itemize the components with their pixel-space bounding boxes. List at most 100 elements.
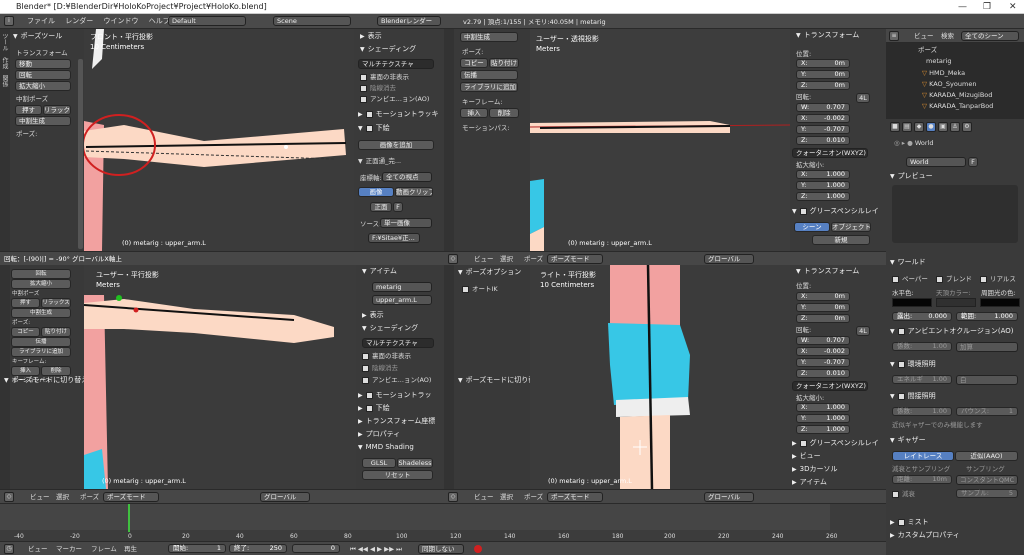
world-name-field[interactable]: World — [906, 157, 966, 167]
ao-header[interactable]: ▼ アンビエントオクルージョン(AO) — [890, 326, 1014, 337]
scale-button[interactable]: 拡大縮小 — [15, 81, 71, 91]
bl-mmd-header[interactable]: ▼ MMD Shading — [358, 442, 414, 453]
raytrace-button[interactable]: レイトレース — [892, 451, 954, 461]
start-frame-field[interactable]: 開始: 1 — [168, 544, 226, 553]
br-3d-cursor-header[interactable]: ▶ 3Dカーソル — [792, 464, 837, 475]
auto-ik-toggle[interactable]: オートIK — [462, 285, 498, 293]
tr-rot-x[interactable]: X: -0.002 — [796, 114, 850, 123]
range-field[interactable]: 範囲: 1.000 — [956, 312, 1018, 321]
bl-relax-button[interactable]: リラックス — [41, 298, 71, 308]
timeline-track[interactable] — [0, 504, 830, 530]
zenith-color-swatch[interactable] — [936, 298, 976, 307]
tr-rot-y[interactable]: Y: -0.707 — [796, 125, 850, 134]
bl-item-header[interactable]: ▼ アイテム — [362, 266, 397, 277]
current-frame-marker[interactable] — [128, 504, 130, 532]
bl-shading-header[interactable]: ▼ シェーディング — [362, 323, 418, 334]
br-loc-x[interactable]: X: 0m — [796, 292, 850, 301]
glsl-button[interactable]: GLSL — [362, 458, 396, 468]
insert-keyframe-button[interactable]: 挿入 — [460, 108, 488, 118]
info-editor-icon[interactable]: i — [4, 16, 14, 26]
axis-select[interactable]: 全ての視点 — [382, 172, 432, 182]
tr-scale-x[interactable]: X: 1.000 — [796, 170, 850, 179]
constraints-tab-icon[interactable]: ⚓ — [950, 122, 960, 132]
br-loc-y[interactable]: Y: 0m — [796, 303, 850, 312]
bl-backface-toggle[interactable]: 裏面の非表示 — [362, 352, 411, 360]
distance-field[interactable]: 距離: 10m — [892, 475, 952, 484]
move-button[interactable]: 移動 — [15, 59, 71, 69]
ao-factor-field[interactable]: 係数: 1.00 — [892, 342, 952, 351]
viewport-top-left[interactable]: フロント・平行投影 10 Centimeters (0) metarig : u… — [84, 29, 354, 251]
preview-header[interactable]: ▼ プレビュー — [890, 171, 933, 182]
tr-orientation-select[interactable]: グローバル — [704, 254, 754, 264]
tr-mode-select[interactable]: ポーズモード — [547, 254, 603, 264]
layout-selector[interactable]: Default — [168, 16, 246, 26]
br-scale-x[interactable]: X: 1.000 — [796, 403, 850, 412]
br-rot-y[interactable]: Y: -0.707 — [796, 358, 850, 367]
menu-file[interactable]: ファイル — [27, 14, 55, 28]
env-color-select[interactable]: 白 — [956, 375, 1018, 385]
outliner-editor-icon[interactable]: ≡ — [889, 31, 899, 41]
scene-tab-icon[interactable]: ◆ — [914, 122, 924, 132]
copy-pose-button[interactable]: コピー — [460, 58, 488, 68]
indirect-light-header[interactable]: ▼ 間接照明 — [890, 391, 936, 402]
bl-shading-mode[interactable]: マルチテクスチャ — [362, 338, 434, 348]
br-orientation-select[interactable]: グローバル — [704, 492, 754, 502]
paste-pose-button[interactable]: 貼り付け — [489, 58, 519, 68]
bl-breakdowner-button[interactable]: 中割生成 — [11, 308, 71, 318]
viewport-top-right[interactable]: ユーザー・透視投影 Meters (0) metarig : upper_arm… — [530, 29, 790, 251]
tr-transform-header[interactable]: ▼ トランスフォーム — [796, 30, 859, 41]
br-view-header[interactable]: ▶ ビュー — [792, 451, 821, 462]
push-button[interactable]: 押す — [15, 105, 42, 115]
mist-header[interactable]: ▶ ミスト — [890, 517, 929, 528]
bl-push-button[interactable]: 押す — [11, 298, 40, 308]
bl-motion-header[interactable]: ▶ モーショントラッ — [358, 390, 432, 401]
tab-relations[interactable]: 関係 — [0, 75, 9, 87]
viewport-bottom-right[interactable]: ライト・平行投影 10 Centimeters (0) metarig : up… — [530, 265, 790, 489]
delete-keyframe-button[interactable]: 削除 — [489, 108, 519, 118]
bl-menu-view[interactable]: ビュー — [30, 493, 50, 501]
outliner-item-metarig[interactable]: metarig — [926, 57, 951, 65]
br-rot-w[interactable]: W: 0.707 — [796, 336, 850, 345]
falloff-toggle[interactable]: 減衰 — [892, 490, 915, 498]
menu-render[interactable]: レンダー — [65, 14, 93, 28]
horizon-color-swatch[interactable] — [892, 298, 932, 307]
layers-tab-icon[interactable]: ▤ — [902, 122, 912, 132]
propagate-button[interactable]: 伝播 — [460, 70, 518, 80]
gather-header[interactable]: ▼ ギャザー — [890, 435, 926, 446]
timeline-frame-menu[interactable]: フレーム — [91, 545, 117, 553]
motion-tracking-header[interactable]: ▶ モーショントラッキ — [358, 109, 439, 120]
outliner-item-pose[interactable]: ポーズ — [918, 46, 937, 54]
indirect-factor-field[interactable]: 係数: 1.00 — [892, 407, 952, 416]
image-source-button[interactable]: 画像 — [358, 187, 394, 197]
timeline-area[interactable] — [0, 503, 886, 541]
fake-user-button[interactable]: F — [393, 202, 403, 212]
pose-tools-header[interactable]: ▼ ポーズツール — [13, 31, 62, 42]
tr-breakdowner-button[interactable]: 中割生成 — [460, 32, 518, 42]
rotate-button[interactable]: 回転 — [15, 70, 71, 80]
env-energy-field[interactable]: エネルギ 1.00 — [892, 375, 952, 384]
br-rot-z[interactable]: Z: 0.010 — [796, 369, 850, 378]
exposure-field[interactable]: 露出: 0.000 — [892, 312, 952, 321]
world-tab-icon[interactable]: ● — [926, 122, 936, 132]
outliner-item-karada-mizugi[interactable]: ▽ KARADA_MizugiBod — [922, 91, 992, 99]
br-mode-select[interactable]: ポーズモード — [547, 492, 603, 502]
br-transform-header[interactable]: ▼ トランスフォーム — [796, 266, 859, 277]
br-item-header[interactable]: ▶ アイテム — [792, 477, 827, 488]
bl-library-button[interactable]: ライブラリに追加 — [11, 347, 71, 357]
custom-properties-header[interactable]: ▶ カスタムプロパティ — [890, 530, 960, 541]
pose-options-header[interactable]: ▼ ポーズオプション — [458, 267, 521, 278]
timeline-editor-icon[interactable]: ◷ — [4, 544, 14, 554]
tr-loc-z[interactable]: Z: 0m — [796, 81, 850, 90]
add-to-library-button[interactable]: ライブラリに追加 — [460, 82, 518, 92]
menu-window[interactable]: ウインドウ — [103, 14, 138, 28]
bl-properties-header[interactable]: ▶ プロパティ — [358, 429, 400, 440]
samples-field[interactable]: サンプル: 5 — [956, 489, 1018, 498]
breakdowner-button[interactable]: 中割生成 — [15, 116, 71, 126]
bl-paste-button[interactable]: 貼り付け — [41, 327, 71, 337]
br-rotation-mode[interactable]: クォータニオン(WXYZ) — [792, 381, 868, 391]
approximate-button[interactable]: 近似(AAO) — [955, 451, 1018, 461]
ao-toggle[interactable]: アンビエ...ョン(AO) — [360, 95, 429, 103]
real-sky-toggle[interactable]: リアルス — [980, 275, 1016, 283]
br-editor-type-icon[interactable]: ◇ — [448, 492, 458, 502]
background-panel-header[interactable]: ▼ 下絵 — [358, 123, 390, 134]
